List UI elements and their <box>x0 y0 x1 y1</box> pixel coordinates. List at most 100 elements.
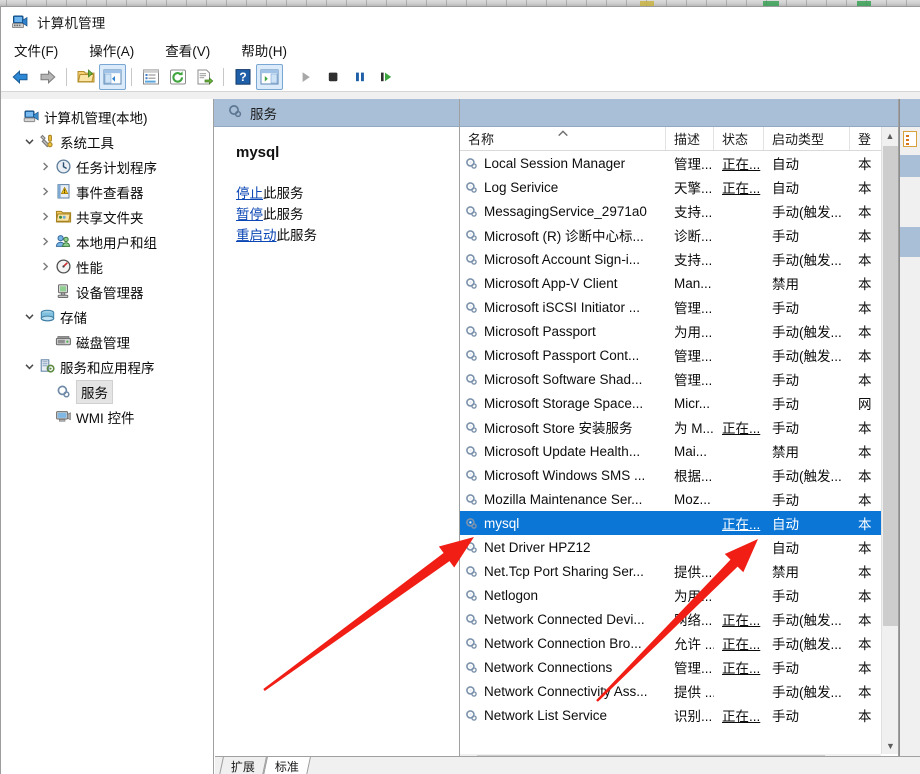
vertical-scroll-thumb[interactable] <box>883 146 898 626</box>
cell-text: 手动 <box>772 373 799 388</box>
column-name[interactable]: 名称 <box>460 127 666 150</box>
table-row[interactable]: Network Connectivity Ass... 提供 ... 手动(触发..… <box>460 679 898 703</box>
table-row[interactable]: Microsoft Update Health... Mai... 禁用 本 <box>460 439 898 463</box>
table-row[interactable]: Log Serivice 天擎... 正在... 自动 本 <box>460 175 898 199</box>
table-row[interactable]: Microsoft Passport Cont... 管理... 手动(触发... 本 <box>460 343 898 367</box>
service-gear-icon <box>464 468 479 483</box>
table-row[interactable]: Net Driver HPZ12 自动 本 <box>460 535 898 559</box>
chevron-down-icon[interactable] <box>21 311 37 322</box>
cell-desc: 提供 ... <box>666 679 714 703</box>
show-tree-icon[interactable] <box>99 63 126 90</box>
back-icon[interactable] <box>7 64 34 90</box>
table-row[interactable]: Local Session Manager 管理... 正在... 自动 本 <box>460 151 898 175</box>
menu-action[interactable]: 操作(A) <box>87 38 147 62</box>
restart-service-icon[interactable] <box>373 64 400 90</box>
tree-node-8[interactable]: 存储 <box>1 304 213 329</box>
table-row[interactable]: Microsoft Passport 为用... 手动(触发... 本 <box>460 319 898 343</box>
cell-desc <box>666 511 714 535</box>
menu-view[interactable]: 查看(V) <box>163 38 223 62</box>
table-row[interactable]: Net.Tcp Port Sharing Ser... 提供... 禁用 本 <box>460 559 898 583</box>
pause-service-link[interactable]: 暂停此服务 <box>236 204 459 225</box>
scroll-down-button[interactable]: ▼ <box>882 737 898 754</box>
tab-extended[interactable]: 扩展 <box>219 757 267 774</box>
tree-node-11[interactable]: 服务 <box>1 379 213 404</box>
tree-node-2[interactable]: 任务计划程序 <box>1 154 213 179</box>
table-row[interactable]: MessagingService_2971a0 支持... 手动(触发... 本 <box>460 199 898 223</box>
properties-icon[interactable] <box>137 64 164 90</box>
table-row[interactable]: Netlogon 为用... 手动 本 <box>460 583 898 607</box>
column-description[interactable]: 描述 <box>666 127 714 150</box>
console-tree[interactable]: 计算机管理(本地) 系统工具任务计划程序 事件查看器 共享文件夹 本地用户和组 性能 设备管… <box>1 99 214 774</box>
column-startup-type[interactable]: 启动类型 <box>764 127 850 150</box>
start-service-icon[interactable] <box>292 64 319 90</box>
tab-standard[interactable]: 标准 <box>263 757 311 774</box>
tree-node-9[interactable]: 磁盘管理 <box>1 329 213 354</box>
cell-startup: 手动(触发... <box>764 343 850 367</box>
link-suffix: 此服务 <box>263 186 304 201</box>
help-icon[interactable]: ? <box>229 64 256 90</box>
table-row[interactable]: Microsoft Windows SMS ... 根据... 手动(触发... 本 <box>460 463 898 487</box>
stop-service-icon[interactable] <box>319 64 346 90</box>
pause-service-icon[interactable] <box>346 64 373 90</box>
cell-startup: 手动(触发... <box>764 319 850 343</box>
menu-help[interactable]: 帮助(H) <box>239 38 300 62</box>
tree-node-label: 系统工具 <box>60 135 114 151</box>
stop-service-link[interactable]: 停止此服务 <box>236 183 459 204</box>
scroll-up-button[interactable]: ▲ <box>882 127 898 144</box>
menu-file[interactable]: 文件(F) <box>12 38 71 62</box>
table-row[interactable]: mysql 正在... 自动 本 <box>460 511 898 535</box>
cell-text: 正在... <box>722 613 761 628</box>
tree-node-7[interactable]: 设备管理器 <box>1 279 213 304</box>
chevron-right-icon[interactable] <box>37 261 53 272</box>
tree-node-4[interactable]: 共享文件夹 <box>1 204 213 229</box>
chevron-down-icon[interactable] <box>21 361 37 372</box>
table-row[interactable]: Mozilla Maintenance Ser... Moz... 手动 本 <box>460 487 898 511</box>
show-action-pane-icon[interactable] <box>256 63 283 90</box>
forward-icon[interactable] <box>34 64 61 90</box>
chevron-right-icon[interactable] <box>37 161 53 172</box>
tree-node-5[interactable]: 本地用户和组 <box>1 229 213 254</box>
table-row[interactable]: Network Connection Bro... 允许 ... 正在... 手动(触… <box>460 631 898 655</box>
chevron-right-icon[interactable] <box>37 211 53 222</box>
vertical-scrollbar[interactable]: ▲ ▼ <box>881 127 898 754</box>
table-row[interactable]: Microsoft Store 安装服务 为 M... 正在... 手动 本 <box>460 415 898 439</box>
up-folder-icon[interactable] <box>72 64 99 90</box>
link-verb[interactable]: 停止 <box>236 186 263 201</box>
link-verb[interactable]: 暂停 <box>236 207 263 222</box>
tree-node-12[interactable]: WMI 控件 <box>1 404 213 429</box>
table-row[interactable]: Network List Service 识别... 正在... 手动 本 <box>460 703 898 727</box>
chevron-down-icon[interactable] <box>21 136 37 147</box>
restart-service-link[interactable]: 重启动此服务 <box>236 225 459 246</box>
tree-node-6[interactable]: 性能 <box>1 254 213 279</box>
actions-menu-icon[interactable] <box>903 131 917 147</box>
chevron-right-icon[interactable] <box>37 236 53 247</box>
table-row[interactable]: Microsoft (R) 诊断中心标... 诊断... 手动 本 <box>460 223 898 247</box>
tree-node-3[interactable]: 事件查看器 <box>1 179 213 204</box>
table-row[interactable]: Microsoft Storage Space... Micr... 手动 网 <box>460 391 898 415</box>
view-tab-strip[interactable]: 扩展 标准 <box>215 756 920 774</box>
table-row[interactable]: Microsoft Software Shad... 管理... 手动 本 <box>460 367 898 391</box>
table-row[interactable]: Microsoft Account Sign-i... 支持... 手动(触发...… <box>460 247 898 271</box>
tree-node-0[interactable]: 计算机管理(本地) <box>1 104 213 129</box>
tree-node-label: 服务和应用程序 <box>60 360 155 376</box>
service-gear-icon <box>464 324 479 339</box>
link-verb[interactable]: 重启动 <box>236 228 277 243</box>
cell-desc: Mai... <box>666 439 714 463</box>
chevron-right-icon[interactable] <box>37 186 53 197</box>
export-list-icon[interactable] <box>191 64 218 90</box>
table-row[interactable]: Network Connected Devi... 网络... 正在... 手动(触发… <box>460 607 898 631</box>
table-row[interactable]: Network Connections 管理... 正在... 手动 本 <box>460 655 898 679</box>
tree-node-1[interactable]: 系统工具 <box>1 129 213 154</box>
column-status[interactable]: 状态 <box>714 127 764 150</box>
refresh-icon[interactable] <box>164 64 191 90</box>
column-header-label: 状态 <box>722 132 749 147</box>
column-header-label: 描述 <box>674 132 701 147</box>
cell-desc: Man... <box>666 271 714 295</box>
performance-icon <box>53 258 73 275</box>
table-row[interactable]: Microsoft iSCSI Initiator ... 管理... 手动 本 <box>460 295 898 319</box>
cell-text: 手动 <box>772 709 799 724</box>
cell-text: 本 <box>858 541 872 556</box>
tree-node-10[interactable]: 服务和应用程序 <box>1 354 213 379</box>
service-name-text: Log Serivice <box>484 179 559 195</box>
table-row[interactable]: Microsoft App-V Client Man... 禁用 本 <box>460 271 898 295</box>
